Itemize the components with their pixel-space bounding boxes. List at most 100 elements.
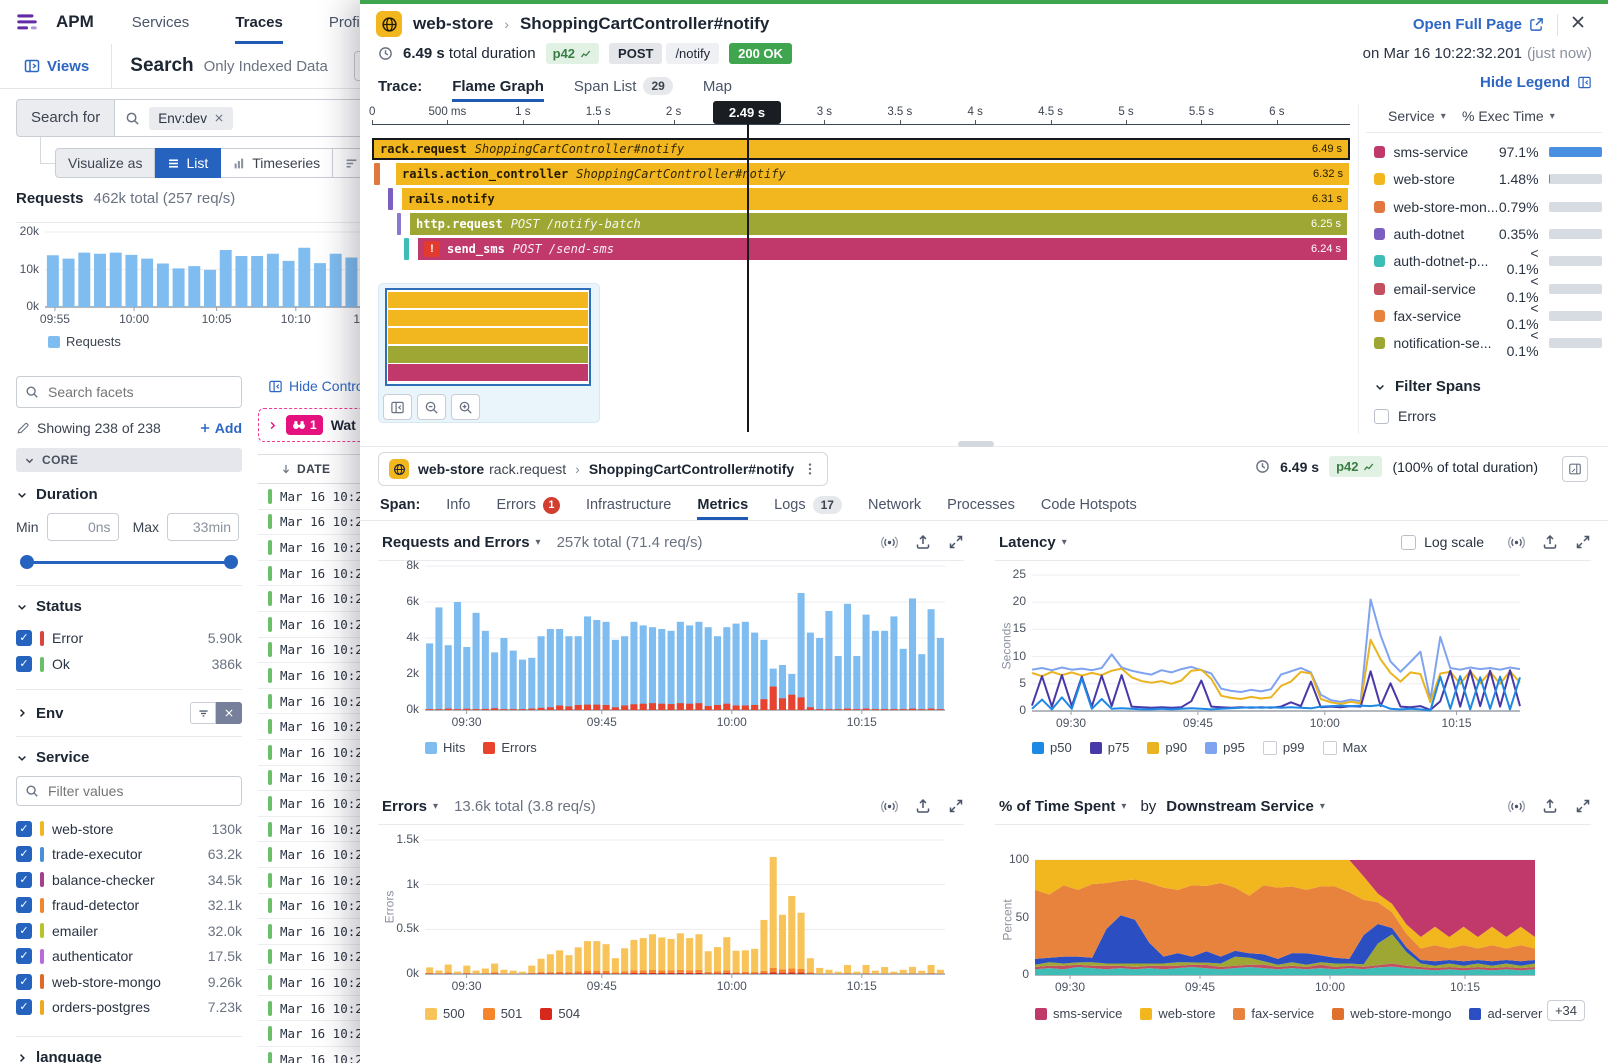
legend-item-Max[interactable]: Max	[1323, 740, 1368, 755]
flame-span-rails.notify[interactable]: rails.notify6.31 s	[402, 188, 1348, 210]
close-panel-button[interactable]	[1570, 14, 1588, 32]
tab-info[interactable]: Info	[446, 490, 470, 520]
legend-service-header[interactable]: Service▾	[1388, 108, 1446, 124]
status-facet-row[interactable]: ✓Ok386k	[16, 651, 242, 677]
exec-legend-row-sms-service[interactable]: sms-service97.1%	[1368, 140, 1602, 164]
open-full-page-link[interactable]: Open Full Page	[1413, 16, 1544, 33]
remove-tag-icon[interactable]	[214, 113, 224, 123]
checkbox-checked[interactable]: ✓	[16, 948, 32, 964]
facet-status-header[interactable]: Status	[16, 598, 242, 615]
views-button[interactable]: Views	[24, 58, 89, 75]
legend-item-p99[interactable]: p99	[1263, 740, 1305, 755]
service-facet-row[interactable]: ✓emailer32.0k	[16, 918, 242, 944]
log-scale-toggle[interactable]: Log scale	[1401, 534, 1484, 550]
export-icon[interactable]	[1542, 798, 1558, 814]
menu-icon[interactable]	[14, 9, 40, 35]
export-icon[interactable]	[915, 798, 931, 814]
trace-list-row[interactable]: Mar 16 10:25	[258, 996, 360, 1022]
time-cursor-label[interactable]: 2.49 s	[713, 101, 781, 124]
legend-item-web-store[interactable]: web-store	[1140, 1006, 1215, 1021]
trace-list-row[interactable]: Mar 16 10:25	[258, 689, 360, 715]
service-filter-input[interactable]	[46, 782, 233, 800]
facet-search-input[interactable]	[46, 383, 233, 401]
zoom-in-button[interactable]	[451, 394, 480, 420]
core-section-header[interactable]: CORE	[16, 448, 242, 472]
trace-list-row[interactable]: Mar 16 10:25	[258, 510, 360, 536]
legend-exec-time-header[interactable]: % Exec Time▾	[1462, 108, 1555, 124]
facet-service-header[interactable]: Service	[16, 749, 242, 766]
trace-list-row[interactable]: Mar 16 10:25	[258, 791, 360, 817]
expand-icon[interactable]	[948, 534, 964, 550]
tab-span-list[interactable]: Span List 29	[574, 72, 673, 100]
tab-network[interactable]: Network	[868, 490, 921, 520]
expand-icon[interactable]	[1575, 534, 1591, 550]
checkbox-checked[interactable]: ✓	[16, 999, 32, 1015]
errors-filter-checkbox[interactable]: Errors	[1374, 408, 1436, 424]
trace-list-row[interactable]: Mar 16 10:25	[258, 714, 360, 740]
legend-item-Errors[interactable]: Errors	[483, 740, 536, 755]
tab-code-hotspots[interactable]: Code Hotspots	[1041, 490, 1137, 520]
kebab-menu-icon[interactable]	[803, 462, 817, 476]
service-facet-row[interactable]: ✓web-store-mongo9.26k	[16, 969, 242, 995]
nav-services[interactable]: Services	[132, 0, 190, 44]
chart-title-dropdown[interactable]: Requests and Errors	[382, 534, 530, 551]
minimap-reset-button[interactable]	[383, 394, 412, 420]
tab-errors[interactable]: Errors 1	[496, 490, 559, 520]
checkbox-unchecked[interactable]	[1401, 535, 1416, 550]
service-facet-row[interactable]: ✓orders-mysql4.88k	[16, 1020, 242, 1024]
facet-env-header[interactable]: Env	[16, 702, 242, 724]
tab-flame-graph[interactable]: Flame Graph	[452, 72, 544, 100]
latency-percentile-badge[interactable]: p42	[1329, 456, 1382, 477]
pencil-icon[interactable]	[16, 421, 30, 435]
trace-list-row[interactable]: Mar 16 10:25	[258, 663, 360, 689]
trace-list-row[interactable]: Mar 16 10:25	[258, 612, 360, 638]
service-facet-row[interactable]: ✓balance-checker34.5k	[16, 867, 242, 893]
service-facet-row[interactable]: ✓web-store130k	[16, 816, 242, 842]
legend-item-web-store-mongo[interactable]: web-store-mongo	[1332, 1006, 1451, 1021]
span-breadcrumb-chip[interactable]: web-store rack.request › ShoppingCartCon…	[378, 452, 828, 486]
legend-item-fax-service[interactable]: fax-service	[1233, 1006, 1314, 1021]
mini-span-bar[interactable]	[404, 238, 409, 260]
flame-minimap[interactable]	[378, 283, 600, 423]
export-icon[interactable]	[915, 534, 931, 550]
status-facet-row[interactable]: ✓Error5.90k	[16, 625, 242, 651]
flame-span-rack.request[interactable]: rack.requestShoppingCartController#notif…	[372, 138, 1350, 160]
service-filter[interactable]	[16, 776, 242, 806]
service-facet-row[interactable]: ✓orders-postgres7.23k	[16, 995, 242, 1021]
chart-title-dropdown[interactable]: % of Time Spent	[999, 798, 1115, 815]
facet-search[interactable]	[16, 376, 242, 408]
exec-legend-row-email-service[interactable]: email-service< 0.1%	[1368, 277, 1602, 301]
watch-metric-icon[interactable]	[881, 534, 898, 551]
trace-list-row[interactable]: Mar 16 10:25	[258, 1021, 360, 1047]
exec-legend-row-auth-dotnet[interactable]: auth-dotnet0.35%	[1368, 222, 1602, 246]
legend-item-p95[interactable]: p95	[1205, 740, 1245, 755]
trace-list-row[interactable]: Mar 16 10:25	[258, 894, 360, 920]
zoom-out-button[interactable]	[417, 394, 446, 420]
visualize-timeseries-button[interactable]: Timeseries	[221, 148, 333, 178]
minimap-viewport[interactable]	[385, 288, 591, 386]
trace-list-row[interactable]: Mar 16 10:25	[258, 638, 360, 664]
legend-item-Requests[interactable]: Requests	[48, 334, 121, 349]
date-column-header[interactable]: DATE	[258, 454, 360, 484]
trace-list-row[interactable]: Mar 16 10:25	[258, 586, 360, 612]
hide-legend-link[interactable]: Hide Legend	[1480, 74, 1592, 91]
checkbox-checked[interactable]: ✓	[16, 897, 32, 913]
mini-span-bar[interactable]	[388, 188, 393, 210]
tab-logs[interactable]: Logs 17	[774, 490, 842, 520]
flame-span-http.request[interactable]: http.requestPOST /notify-batch6.25 s	[410, 213, 1347, 235]
more-series-badge[interactable]: +34	[1547, 1000, 1585, 1021]
mini-span-bar[interactable]	[397, 213, 401, 235]
add-facet-button[interactable]: Add	[199, 420, 242, 436]
expand-icon[interactable]	[1575, 798, 1591, 814]
legend-item-p50[interactable]: p50	[1032, 740, 1072, 755]
service-facet-row[interactable]: ✓authenticator17.5k	[16, 944, 242, 970]
tab-processes[interactable]: Processes	[947, 490, 1015, 520]
checkbox-checked[interactable]: ✓	[16, 872, 32, 888]
span-detail-view-button[interactable]	[1562, 456, 1588, 482]
trace-list-row[interactable]: Mar 16 10:25	[258, 535, 360, 561]
checkbox-checked[interactable]: ✓	[16, 923, 32, 939]
trace-list-row[interactable]: Mar 16 10:25	[258, 970, 360, 996]
hide-controls-link[interactable]: Hide Controls	[268, 378, 360, 394]
export-icon[interactable]	[1542, 534, 1558, 550]
trace-list-row[interactable]: Mar 16 10:25	[258, 868, 360, 894]
